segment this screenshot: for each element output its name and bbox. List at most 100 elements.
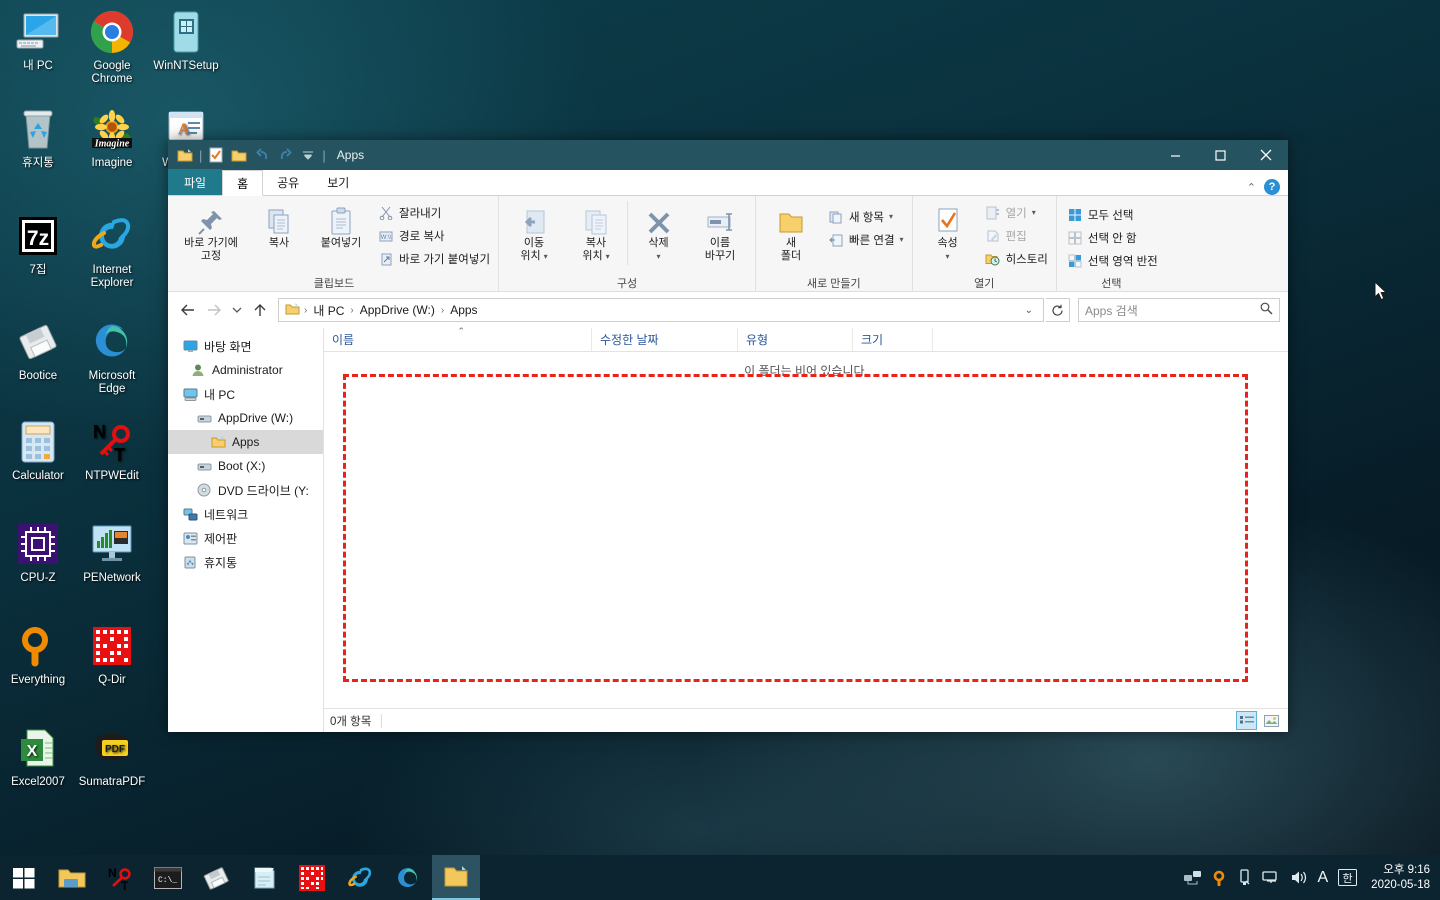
collapse-ribbon-icon[interactable]: ⌃ [1247,181,1256,194]
breadcrumb[interactable]: › 내 PC › AppDrive (W:) › Apps ⌄ [278,298,1044,322]
new-folder-icon[interactable] [174,144,196,166]
tab-share[interactable]: 공유 [263,169,313,195]
breadcrumb-item-0[interactable]: 내 PC [311,302,346,319]
tab-file[interactable]: 파일 [168,169,223,195]
history-button[interactable]: 히스토리 [981,247,1052,270]
desktop-icon-7zip[interactable]: 7z 7집 [0,212,76,277]
internet-explorer-taskbar-icon[interactable] [336,855,384,900]
column-header-date-modified[interactable]: 수정한 날짜 [592,328,738,351]
chevron-down-icon[interactable]: ⌄ [1021,305,1037,316]
desktop-icon-excel2007[interactable]: X Excel2007 [0,724,76,789]
delete-caret-icon[interactable]: ▾ [657,250,661,263]
volume-tray-icon[interactable] [1290,870,1308,885]
sidebar-item-desktop[interactable]: 바탕 화면 [168,334,323,358]
close-button[interactable] [1243,140,1288,170]
redo-icon[interactable] [274,144,296,166]
tab-view[interactable]: 보기 [313,169,363,195]
breadcrumb-item-2[interactable]: Apps [448,303,479,317]
column-header-size[interactable]: 크기 [853,328,933,351]
sidebar-item-appdrive[interactable]: AppDrive (W:) [168,406,323,430]
customize-qat-icon[interactable] [297,144,319,166]
cut-button[interactable]: 잘라내기 [374,201,494,224]
large-icons-view-icon[interactable] [1261,711,1282,730]
desktop-icon-winntsetup[interactable]: WinNTSetup [148,8,224,73]
apps-folder-taskbar-icon[interactable] [432,855,480,900]
desktop-icon-everything[interactable]: Everything [0,622,76,687]
usb-eject-tray-icon[interactable] [1238,869,1252,886]
properties-button[interactable]: 속성 ▾ [917,201,979,265]
edit-button[interactable]: 편집 [981,224,1052,247]
select-all-button[interactable]: 모두 선택 [1063,203,1162,226]
rename-button[interactable]: 이름 바꾸기 [689,201,751,265]
sidebar-item-control-panel[interactable]: 제어판 [168,526,323,550]
forward-arrow-icon[interactable] [202,298,226,322]
edge-taskbar-icon[interactable] [384,855,432,900]
tab-home[interactable]: 홈 [222,170,264,196]
desktop-icon-microsoft-edge[interactable]: Microsoft Edge [74,318,150,396]
minimize-button[interactable] [1153,140,1198,170]
open-caret-icon[interactable]: ▾ [1032,208,1036,217]
desktop-icon-sumatrapdf[interactable]: PDF SumatraPDF [74,724,150,789]
invert-selection-button[interactable]: 선택 영역 반전 [1063,249,1162,272]
sidebar-item-recycle-bin[interactable]: 휴지통 [168,550,323,574]
column-header-name[interactable]: ⌃ 이름 [324,326,592,351]
desktop-icon-ntpwedit[interactable]: N T NTPWEdit [74,418,150,483]
desktop-icon-internet-explorer[interactable]: Internet Explorer [74,212,150,290]
new-item-button[interactable]: 새 항목 ▾ [824,205,908,228]
desktop-icon-imagine[interactable]: Imagine Imagine [74,105,150,170]
properties-caret-icon[interactable]: ▾ [946,250,950,263]
ntpwedit-taskbar-icon[interactable]: N T [96,855,144,900]
desktop-icon-bootice[interactable]: Bootice [0,318,76,383]
network-connections-tray-icon[interactable] [1183,870,1202,886]
windows-start-icon[interactable] [0,855,48,900]
notepad-taskbar-icon[interactable] [240,855,288,900]
help-icon[interactable]: ? [1264,179,1280,195]
sidebar-item-dvd-drive[interactable]: DVD 드라이브 (Y: [168,478,323,502]
breadcrumb-item-1[interactable]: AppDrive (W:) [358,303,437,317]
move-to-button[interactable]: 이동 위치 ▾ [503,201,565,265]
maximize-button[interactable] [1198,140,1243,170]
search-input[interactable]: Apps 검색 [1078,298,1280,322]
qdir-taskbar-icon[interactable] [288,855,336,900]
bootice-taskbar-icon[interactable] [192,855,240,900]
chevron-down-icon-2[interactable]: ▾ [900,235,904,244]
sidebar-item-apps[interactable]: Apps [168,430,323,454]
open-button[interactable]: 열기 ▾ [981,201,1052,224]
desktop-icon-google-chrome[interactable]: Google Chrome [74,8,150,86]
select-none-button[interactable]: 선택 안 함 [1063,226,1162,249]
details-view-icon[interactable] [1236,711,1257,730]
desktop-icon-this-pc[interactable]: 내 PC [0,8,76,73]
copy-path-button[interactable]: W:\\ 경로 복사 [374,224,494,247]
search-icon[interactable] [1260,302,1273,318]
desktop-icon-qdir[interactable]: Q-Dir [74,622,150,687]
new-folder-button[interactable]: 새 폴더 [760,201,822,265]
sidebar-item-boot[interactable]: Boot (X:) [168,454,323,478]
network-tray-icon[interactable] [1261,870,1280,885]
desktop-icon-recycle-bin[interactable]: 휴지통 [0,105,76,170]
easy-access-button[interactable]: 빠른 연결 ▾ [824,228,908,251]
paste-button[interactable]: 붙여넣기 [310,201,372,252]
copy-button[interactable]: 복사 [248,201,310,252]
chevron-down-icon[interactable]: ▾ [889,212,893,221]
copy-to-button[interactable]: 복사 위치 ▾ [565,201,627,265]
properties-icon[interactable] [205,144,227,166]
ime-korean-tray-icon[interactable]: 한 [1338,869,1358,886]
delete-button[interactable]: 삭제 ▾ [627,201,689,265]
file-list-empty-area[interactable]: 이 폴더는 비어 있습니다. [324,352,1288,708]
desktop-icon-cpuz[interactable]: CPU-Z [0,520,76,585]
paste-shortcut-button[interactable]: 바로 가기 붙여넣기 [374,247,494,270]
breadcrumb-sep-2[interactable]: › [441,305,444,316]
up-arrow-icon[interactable] [248,298,272,322]
pin-to-quick-access-button[interactable]: 바로 가기에 고정 [174,201,248,265]
refresh-icon[interactable] [1046,298,1070,322]
recent-locations-icon[interactable] [228,298,246,322]
language-A-tray-icon[interactable]: A [1318,869,1329,887]
undo-icon[interactable] [251,144,273,166]
sidebar-item-network[interactable]: 네트워크 [168,502,323,526]
desktop-icon-calculator[interactable]: Calculator [0,418,76,483]
sidebar-item-administrator[interactable]: Administrator [168,358,323,382]
sidebar-item-this-pc[interactable]: 내 PC [168,382,323,406]
folder-icon[interactable] [228,144,250,166]
breadcrumb-sep-1[interactable]: › [350,305,353,316]
desktop-icon-penetwork[interactable]: PENetwork [74,520,150,585]
